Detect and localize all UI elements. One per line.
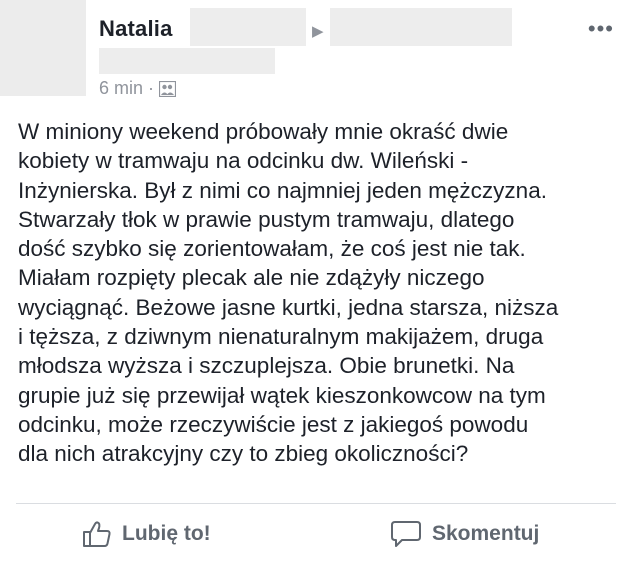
comment-button[interactable]: Skomentuj [390,520,539,548]
comment-label: Skomentuj [432,522,540,545]
like-button[interactable]: Lubię to! [82,520,211,548]
post-meta: 6 min · [99,78,177,99]
actions-divider [16,503,616,504]
redacted-surname [190,8,306,46]
post-timestamp[interactable]: 6 min [99,78,143,99]
group-icon[interactable] [158,80,177,97]
author-avatar-redacted[interactable] [0,0,86,96]
thumbs-up-icon [83,521,111,547]
like-label: Lubię to! [122,522,211,545]
comment-bubble-icon [391,521,421,547]
post-body-text: W miniony weekend próbowały mnie okraść … [18,119,559,467]
more-options-icon[interactable]: ••• [588,18,614,40]
shared-to-arrow-icon: ▶ [312,23,324,40]
redacted-subtitle [99,48,275,74]
author-name-link[interactable]: Natalia [99,16,173,42]
redacted-group-name[interactable] [330,8,512,46]
meta-separator: · [148,78,155,98]
feed-post: Natalia ▶ ••• 6 min · W miniony weekend … [0,0,634,567]
